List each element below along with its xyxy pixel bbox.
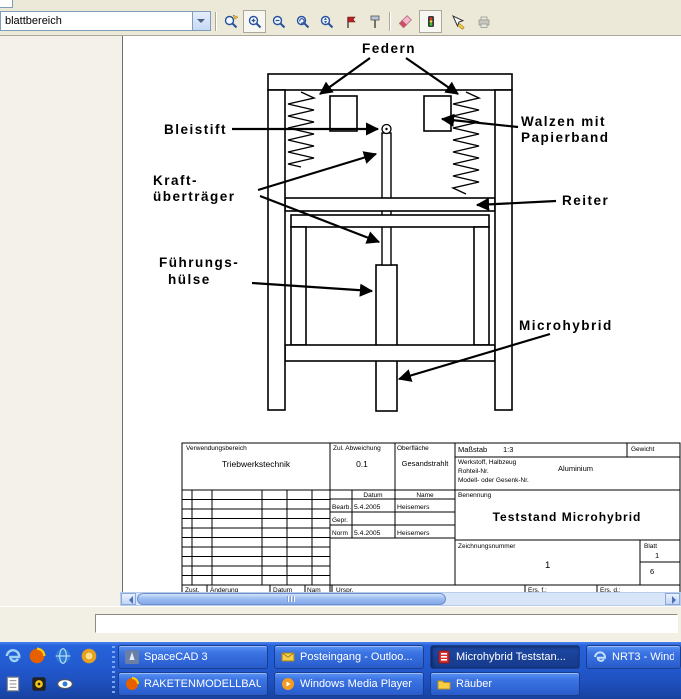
combo-dropdown-button[interactable]	[192, 12, 210, 30]
scroll-right-arrow-icon[interactable]	[665, 593, 680, 605]
print-icon[interactable]	[472, 10, 495, 33]
tb-abweichung-value: 0.1	[356, 459, 368, 469]
status-strip	[0, 606, 681, 643]
tb-verwendung-label: Verwendungsbereich	[186, 445, 247, 452]
tb-name-header: Name	[416, 492, 434, 499]
tb-norm-label: Norm	[332, 530, 348, 537]
zoom-previous-icon[interactable]	[291, 10, 314, 33]
zoom-flag-icon[interactable]	[339, 10, 362, 33]
tb-norm-datum: 5.4.2005	[354, 530, 381, 537]
tb-werkstoff-value: Aluminium	[558, 464, 593, 473]
taskbar-button-outlook[interactable]: Posteingang - Outloo...	[274, 645, 424, 669]
firefox-icon[interactable]	[28, 647, 46, 665]
scrollbar-thumb[interactable]	[137, 593, 446, 605]
tb-blatt-label: Blatt	[644, 543, 657, 550]
tb-oberflaeche-value: Gesandstrahlt	[402, 459, 450, 468]
taskbar-button-microhybrid[interactable]: Microhybrid Teststan...	[430, 645, 580, 669]
label-kraft-line1: Kraft-	[153, 173, 198, 188]
toolbar-separator	[389, 12, 390, 31]
tb-zeichnungsnummer-value: 1	[545, 560, 550, 571]
tb-oberflaeche-label: Oberfläche	[397, 445, 429, 452]
taskbar-button-raeuber[interactable]: Räuber	[430, 672, 580, 696]
globe-blue-icon[interactable]	[54, 647, 72, 665]
draw-pointer-icon[interactable]	[446, 10, 469, 33]
sheet-area-combo-value[interactable]: blattbereich	[1, 12, 192, 30]
taskbar-button-label: RAKETENMODELLBAU...	[144, 678, 261, 690]
zoom-out-icon[interactable]	[267, 10, 290, 33]
taskbar-button-label: NRT3 - Windo...	[612, 651, 674, 663]
documents-icon[interactable]	[4, 675, 22, 693]
clipped-field-stub	[0, 0, 13, 8]
taskbar-button-label: Posteingang - Outloo...	[300, 651, 413, 663]
tb-bearb-label: Bearb.	[332, 504, 351, 511]
tb-werkstoff-label: Werkstoff, Halbzeug	[458, 459, 517, 466]
taskbar-button-label: SpaceCAD 3	[144, 651, 208, 663]
taskbar-button-spacecad[interactable]: SpaceCAD 3	[118, 645, 268, 669]
zoom-dynamic-icon[interactable]	[315, 10, 338, 33]
tb-bearb-datum: 5.4.2005	[354, 504, 381, 511]
toolbar-separator	[215, 12, 216, 31]
quick-launch-divider[interactable]	[112, 646, 115, 695]
tb-benennung-label: Benennung	[458, 492, 492, 499]
label-walzen-line1: Walzen mit	[521, 114, 606, 129]
taskbar-button-media-player[interactable]: Windows Media Player	[274, 672, 424, 696]
zoom-select-icon[interactable]	[219, 10, 242, 33]
top-partial-strip	[0, 0, 681, 8]
globe-orange-icon[interactable]	[80, 647, 98, 665]
label-fuehrung-line2: hülse	[168, 272, 211, 287]
label-walzen-line2: Papierband	[521, 130, 610, 145]
label-microhybrid: Microhybrid	[519, 318, 613, 333]
zoom-toolbar: blattbereich	[0, 8, 681, 36]
taskbar-button-label: Windows Media Player	[300, 678, 412, 690]
tb-blatt-value: 1	[655, 551, 659, 560]
hazard-icon[interactable]	[30, 675, 48, 693]
internet-explorer-icon[interactable]	[4, 647, 22, 665]
label-kraft-line2: überträger	[153, 189, 236, 204]
tb-gepr-label: Gepr.	[332, 517, 348, 524]
tb-bearb-name: Heisemers	[397, 504, 430, 511]
scrollbar-track[interactable]	[120, 592, 681, 606]
eye-icon[interactable]	[56, 675, 74, 693]
horizontal-scrollbar	[0, 592, 681, 606]
tb-benennung-value: Teststand Microhybrid	[493, 510, 642, 524]
tb-rohteil-label: Rohteil-Nr.	[458, 468, 489, 475]
label-bleistift: Bleistift	[164, 122, 227, 137]
label-reiter: Reiter	[562, 193, 609, 208]
taskbar-button-label: Räuber	[456, 678, 492, 690]
scroll-left-arrow-icon[interactable]	[121, 593, 136, 605]
traffic-light-icon[interactable]	[419, 10, 442, 33]
label-federn: Federn	[362, 41, 416, 56]
tb-abweichung-label: Zul. Abweichung	[333, 445, 381, 452]
tb-modell-label: Modell- oder Gesenk-Nr.	[458, 477, 529, 484]
annotation-icon[interactable]	[363, 10, 386, 33]
drawing-sheet[interactable]: Federn Bleistift Walzen mit Papierband K…	[0, 36, 681, 592]
eraser-icon[interactable]	[393, 10, 416, 33]
tb-datum-header: Datum	[363, 492, 382, 499]
tb-norm-name: Heisemers	[397, 530, 430, 537]
tb-verwendung-value: Triebwerkstechnik	[222, 459, 291, 469]
taskbar-button-raketenmodellbau[interactable]: RAKETENMODELLBAU...	[118, 672, 268, 696]
tb-massstab-value: 1:3	[503, 445, 513, 454]
label-fuehrung-line1: Führungs-	[159, 255, 239, 270]
zoom-in-icon[interactable]	[243, 10, 266, 33]
tb-massstab-label: Maßstab	[458, 445, 487, 454]
tb-gewicht-label: Gewicht	[631, 446, 655, 453]
taskbar: SpaceCAD 3 Posteingang - Outloo... Micro…	[0, 642, 681, 699]
tb-zeichnungsnummer-label: Zeichnungsnummer	[458, 543, 516, 550]
taskbar-button-label: Microhybrid Teststan...	[456, 651, 566, 663]
sheet-area-combo[interactable]: blattbereich	[0, 11, 211, 31]
tb-blaetter-value: 6	[650, 567, 654, 576]
taskbar-button-nrt3[interactable]: NRT3 - Windo...	[586, 645, 681, 669]
status-box	[95, 614, 678, 633]
